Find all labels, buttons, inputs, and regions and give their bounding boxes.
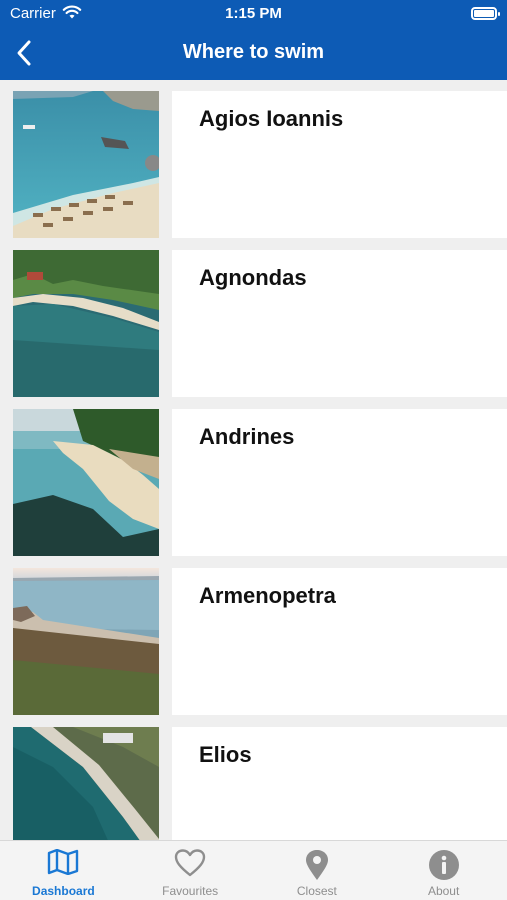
beach-photo xyxy=(13,409,159,556)
beach-row-elios[interactable]: Elios xyxy=(0,727,507,840)
beach-name: Armenopetra xyxy=(199,583,336,608)
beach-row-agios-ioannis[interactable]: Agios Ioannis xyxy=(0,91,507,238)
tab-bar: Dashboard Favourites Closest About xyxy=(0,840,507,900)
app-screen: Carrier 1:15 PM Where to swim Agios Ioan… xyxy=(0,0,507,900)
beach-name: Andrines xyxy=(199,424,295,449)
beach-photo xyxy=(13,91,159,238)
top-bar: Carrier 1:15 PM Where to swim xyxy=(0,0,507,80)
tab-label: Closest xyxy=(296,884,337,898)
beach-card: Armenopetra xyxy=(172,568,507,715)
beach-name: Agnondas xyxy=(199,265,307,290)
beach-name: Agios Ioannis xyxy=(199,106,344,131)
beach-row-armenopetra[interactable]: Armenopetra xyxy=(0,568,507,715)
status-bar: Carrier 1:15 PM xyxy=(0,0,507,28)
tab-closest[interactable]: Closest xyxy=(254,841,381,900)
nav-bar: Where to swim xyxy=(0,28,507,80)
tab-label: Favourites xyxy=(162,884,219,898)
beach-photo xyxy=(13,250,159,397)
clock: 1:15 PM xyxy=(225,5,282,22)
beach-card: Agios Ioannis xyxy=(172,91,507,238)
beach-row-andrines[interactable]: Andrines xyxy=(0,409,507,556)
beach-row-agnondas[interactable]: Agnondas xyxy=(0,250,507,397)
beach-list[interactable]: Agios Ioannis Agnondas Andrines Armenope… xyxy=(0,80,507,840)
tab-label: About xyxy=(427,884,460,898)
heart-icon xyxy=(174,849,206,877)
beach-card: Agnondas xyxy=(172,250,507,397)
beach-card: Elios xyxy=(172,727,507,840)
page-title: Where to swim xyxy=(182,41,325,63)
tab-favourites[interactable]: Favourites xyxy=(127,841,254,900)
location-pin-icon xyxy=(305,850,328,880)
beach-card: Andrines xyxy=(172,409,507,556)
battery-icon xyxy=(471,7,500,20)
beach-photo xyxy=(13,568,159,715)
tab-dashboard[interactable]: Dashboard xyxy=(0,841,127,900)
tab-about[interactable]: About xyxy=(380,841,507,900)
info-icon xyxy=(428,850,459,880)
map-icon xyxy=(48,849,79,875)
tab-label: Dashboard xyxy=(32,884,95,898)
beach-name: Elios xyxy=(199,742,252,767)
beach-photo xyxy=(13,727,159,840)
